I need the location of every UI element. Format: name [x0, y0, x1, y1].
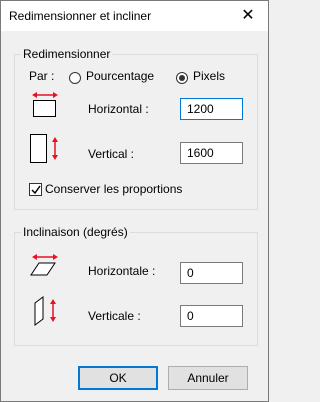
skew-horizontal-input[interactable]: 0	[180, 262, 243, 284]
keep-ratio-checkbox[interactable]	[29, 183, 42, 196]
resize-vertical-icon	[30, 134, 58, 163]
horizontal-input[interactable]: 1200	[180, 98, 243, 120]
resize-skew-dialog: Redimensionner et incliner ✕ Redimension…	[0, 0, 269, 402]
by-label: Par :	[29, 69, 55, 83]
percentage-radio[interactable]	[69, 72, 81, 84]
percentage-radio-label[interactable]: Pourcentage	[86, 69, 154, 83]
vertical-label: Vertical :	[88, 147, 135, 161]
skew-vertical-icon	[34, 296, 56, 326]
skew-vertical-label: Verticale :	[88, 309, 141, 323]
title-bar: Redimensionner et incliner ✕	[1, 1, 268, 31]
horizontal-label: Horizontal :	[88, 102, 149, 116]
ok-button[interactable]: OK	[78, 366, 158, 390]
skew-horizontal-label: Horizontale :	[88, 264, 156, 278]
skew-group-legend: Inclinaison (degrés)	[21, 225, 130, 239]
cancel-button[interactable]: Annuler	[168, 366, 248, 390]
skew-horizontal-icon	[30, 254, 58, 276]
pixels-radio-label[interactable]: Pixels	[193, 69, 225, 83]
resize-group: Redimensionner Par : Pourcentage Pixels …	[14, 47, 258, 210]
keep-ratio-label[interactable]: Conserver les proportions	[45, 182, 182, 196]
radio-selected-dot	[179, 75, 185, 81]
close-icon[interactable]: ✕	[228, 1, 268, 31]
resize-horizontal-icon	[32, 92, 58, 117]
pixels-radio[interactable]	[176, 72, 188, 84]
resize-group-legend: Redimensionner	[21, 47, 113, 61]
skew-group: Inclinaison (degrés) Horizontale : 0 Ver…	[14, 225, 258, 346]
vertical-input[interactable]: 1600	[180, 142, 243, 164]
skew-vertical-input[interactable]: 0	[180, 305, 243, 327]
dialog-title: Redimensionner et incliner	[9, 9, 152, 23]
checkmark-icon	[31, 185, 41, 195]
